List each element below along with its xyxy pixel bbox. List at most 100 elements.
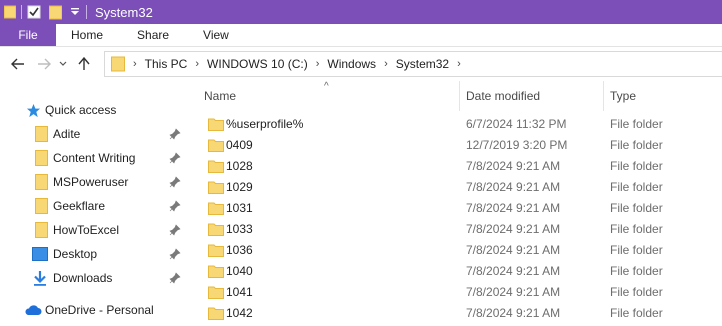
tab-share[interactable]: Share — [120, 24, 186, 46]
table-row[interactable]: 0409 12/7/2019 3:20 PM File folder — [186, 135, 722, 156]
tab-view[interactable]: View — [186, 24, 246, 46]
navigation-bar: › This PC › WINDOWS 10 (C:) › Windows › … — [0, 47, 722, 81]
column-header-name[interactable]: Name — [204, 81, 459, 111]
sidebar-item-label: Quick access — [45, 103, 117, 117]
breadcrumb-chevron-icon[interactable]: › — [316, 58, 320, 70]
forward-button[interactable] — [34, 52, 54, 76]
sidebar-item-downloads[interactable]: Downloads — [0, 266, 186, 290]
date-modified: 12/7/2019 3:20 PM — [466, 138, 568, 152]
recent-locations-button[interactable] — [56, 52, 70, 76]
file-list: ^ Name Date modified Type %userprofile% 6… — [186, 81, 722, 326]
pin-icon — [169, 176, 181, 188]
sidebar-item-adite[interactable]: Adite — [0, 122, 186, 146]
title-bar: System32 — [0, 0, 722, 24]
folder-icon — [208, 181, 224, 194]
folder-icon — [208, 118, 224, 131]
file-type: File folder — [610, 306, 663, 320]
table-row[interactable]: 1028 7/8/2024 9:21 AM File folder — [186, 156, 722, 177]
folder-icon — [208, 244, 224, 257]
properties-icon[interactable] — [26, 0, 42, 24]
folder-icon — [208, 286, 224, 299]
file-type: File folder — [610, 222, 663, 236]
back-button[interactable] — [8, 52, 28, 76]
navigation-pane: Quick access Adite Content Writing MSPow… — [0, 81, 186, 326]
folder-icon — [208, 265, 224, 278]
folder-icon — [208, 307, 224, 320]
folder-icon — [33, 174, 49, 190]
breadcrumb-chevron-icon[interactable]: › — [457, 58, 461, 70]
sidebar-item-onedrive[interactable]: OneDrive - Personal — [0, 298, 186, 322]
sidebar-item-label: Desktop — [53, 247, 98, 261]
breadcrumb-windows[interactable]: Windows — [327, 57, 376, 71]
folder-icon — [208, 223, 224, 236]
sidebar-item-howtoexcel[interactable]: HowToExcel — [0, 218, 186, 242]
date-modified: 7/8/2024 9:21 AM — [466, 159, 561, 173]
breadcrumb-chevron-icon: › — [133, 58, 137, 70]
file-type: File folder — [610, 201, 663, 215]
pin-icon — [169, 248, 181, 260]
date-modified: 7/8/2024 9:21 AM — [466, 180, 561, 194]
table-row[interactable]: 1031 7/8/2024 9:21 AM File folder — [186, 198, 722, 219]
sidebar-item-label: Geekflare — [53, 199, 106, 213]
table-row[interactable]: %userprofile% 6/7/2024 11:32 PM File folde… — [186, 114, 722, 135]
ribbon-tabs: File Home Share View — [0, 24, 722, 46]
breadcrumb-chevron-icon[interactable]: › — [195, 58, 199, 70]
file-name: 1041 — [226, 285, 253, 299]
folder-icon — [208, 160, 224, 173]
file-name: 1028 — [226, 159, 253, 173]
up-button[interactable] — [74, 52, 94, 76]
file-name: 0409 — [226, 138, 253, 152]
sidebar-item-quick-access[interactable]: Quick access — [0, 98, 186, 122]
table-row[interactable]: 1036 7/8/2024 9:21 AM File folder — [186, 240, 722, 261]
title-separator-2 — [86, 5, 87, 19]
file-type: File folder — [610, 264, 663, 278]
pin-icon — [169, 128, 181, 140]
desktop-folder-icon — [32, 246, 48, 262]
breadcrumb-chevron-icon[interactable]: › — [384, 58, 388, 70]
back-arrow-icon — [11, 58, 24, 70]
file-name: 1040 — [226, 264, 253, 278]
table-row[interactable]: 1040 7/8/2024 9:21 AM File folder — [186, 261, 722, 282]
column-divider[interactable] — [603, 81, 604, 111]
file-name: 1031 — [226, 201, 253, 215]
address-bar[interactable]: › This PC › WINDOWS 10 (C:) › Windows › … — [104, 51, 722, 77]
sidebar-item-geekflare[interactable]: Geekflare — [0, 194, 186, 218]
up-arrow-icon — [78, 57, 90, 70]
new-folder-icon[interactable] — [46, 0, 64, 24]
column-header-date[interactable]: Date modified — [466, 81, 603, 111]
folder-icon — [33, 150, 49, 166]
sidebar-item-mspoweruser[interactable]: MSPoweruser — [0, 170, 186, 194]
pin-icon — [169, 200, 181, 212]
customize-toolbar-icon[interactable] — [68, 0, 82, 24]
date-modified: 7/8/2024 9:21 AM — [466, 264, 561, 278]
pin-icon — [169, 224, 181, 236]
date-modified: 7/8/2024 9:21 AM — [466, 201, 561, 215]
column-divider[interactable] — [459, 81, 460, 111]
cloud-icon — [24, 302, 42, 318]
column-header-label: Type — [610, 89, 637, 103]
sidebar-item-content-writing[interactable]: Content Writing — [0, 146, 186, 170]
breadcrumb-system32[interactable]: System32 — [396, 57, 449, 71]
folder-icon — [208, 139, 224, 152]
table-row[interactable]: 1029 7/8/2024 9:21 AM File folder — [186, 177, 722, 198]
sidebar-item-label: Content Writing — [53, 151, 136, 165]
file-type: File folder — [610, 180, 663, 194]
date-modified: 7/8/2024 9:21 AM — [466, 243, 561, 257]
folder-icon — [33, 126, 49, 142]
table-row[interactable]: 1042 7/8/2024 9:21 AM File folder — [186, 303, 722, 324]
sidebar-item-label: HowToExcel — [53, 223, 120, 237]
sidebar-item-label: Adite — [53, 127, 81, 141]
date-modified: 7/8/2024 9:21 AM — [466, 306, 561, 320]
sidebar-item-label: MSPoweruser — [53, 175, 129, 189]
tab-file[interactable]: File — [0, 24, 56, 46]
column-header-type[interactable]: Type — [610, 81, 720, 111]
tab-home[interactable]: Home — [56, 24, 120, 46]
breadcrumb-this-pc[interactable]: This PC — [145, 57, 188, 71]
table-row[interactable]: 1041 7/8/2024 9:21 AM File folder — [186, 282, 722, 303]
file-name: 1036 — [226, 243, 253, 257]
folder-icon — [33, 222, 49, 238]
file-type: File folder — [610, 138, 663, 152]
sidebar-item-desktop[interactable]: Desktop — [0, 242, 186, 266]
table-row[interactable]: 1033 7/8/2024 9:21 AM File folder — [186, 219, 722, 240]
breadcrumb-drive[interactable]: WINDOWS 10 (C:) — [207, 57, 308, 71]
